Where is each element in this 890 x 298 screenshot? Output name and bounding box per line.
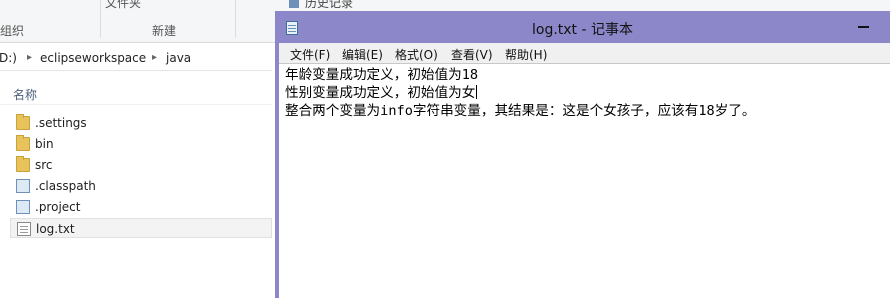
notepad-window: log.txt - 记事本 文件(F) 编辑(E) 格式(O) 查看(V) 帮助…: [275, 11, 890, 298]
file-name: log.txt: [36, 222, 75, 236]
history-button[interactable]: 历史记录: [283, 0, 368, 11]
folder-icon: [16, 114, 30, 130]
document-icon: [16, 179, 30, 193]
text-line: 年龄变量成功定义，初始值为18: [285, 67, 479, 83]
file-name: .classpath: [35, 179, 96, 193]
window-title: log.txt - 记事本: [531, 22, 633, 38]
history-icon: [289, 0, 299, 8]
document-icon: [16, 200, 30, 214]
menu-bar: 文件(F) 编辑(E) 格式(O) 查看(V) 帮助(H): [279, 43, 890, 63]
folder-icon: [16, 156, 30, 172]
minimize-button[interactable]: [853, 16, 875, 34]
list-item[interactable]: .project: [10, 197, 272, 217]
text-line-content: 性别变量成功定义，初始值为女: [285, 85, 476, 101]
title-bar[interactable]: log.txt - 记事本: [275, 11, 890, 43]
list-item[interactable]: bin: [10, 134, 272, 154]
menu-view[interactable]: 查看(V): [451, 46, 493, 63]
column-header-name[interactable]: 名称: [13, 86, 37, 103]
ribbon-group-organize: 组织: [0, 24, 25, 38]
file-name: .settings: [35, 116, 87, 130]
menu-help[interactable]: 帮助(H): [505, 46, 547, 63]
address-drive[interactable]: D:): [0, 51, 17, 65]
address-bar[interactable]: D:) ▸ eclipseworkspace ▸ java: [0, 46, 272, 71]
address-segment[interactable]: java: [166, 51, 191, 65]
file-name: bin: [35, 137, 54, 151]
file-name: .project: [35, 200, 81, 214]
list-item-selected[interactable]: log.txt: [10, 218, 272, 238]
text-line: 整合两个变量为info字符串变量，其结果是：这是个女孩子，应该有18岁了。: [285, 103, 756, 119]
chevron-right-icon[interactable]: ▸: [27, 52, 32, 63]
ribbon-divider: [100, 0, 101, 38]
ribbon-group-new: 新建: [152, 24, 177, 38]
chevron-right-icon[interactable]: ▸: [152, 52, 157, 63]
menu-file[interactable]: 文件(F): [290, 46, 330, 63]
file-name: src: [35, 158, 53, 172]
text-caret: [476, 85, 478, 99]
menu-format[interactable]: 格式(O): [395, 46, 438, 63]
address-segment[interactable]: eclipseworkspace: [40, 51, 146, 65]
menu-edit[interactable]: 编辑(E): [342, 46, 383, 63]
text-line: 性别变量成功定义，初始值为女: [285, 84, 478, 102]
text-file-icon: [17, 222, 31, 236]
ribbon-divider: [235, 0, 236, 38]
history-label: 历史记录: [305, 0, 354, 10]
text-editor[interactable]: 年龄变量成功定义，初始值为18 性别变量成功定义，初始值为女 整合两个变量为in…: [279, 63, 890, 298]
list-item[interactable]: .classpath: [10, 176, 272, 196]
ribbon-folder-button[interactable]: 文件夹: [105, 0, 141, 11]
list-item[interactable]: .settings: [10, 113, 272, 133]
list-item[interactable]: src: [10, 155, 272, 175]
header-divider: [0, 104, 272, 105]
folder-icon: [16, 135, 30, 151]
